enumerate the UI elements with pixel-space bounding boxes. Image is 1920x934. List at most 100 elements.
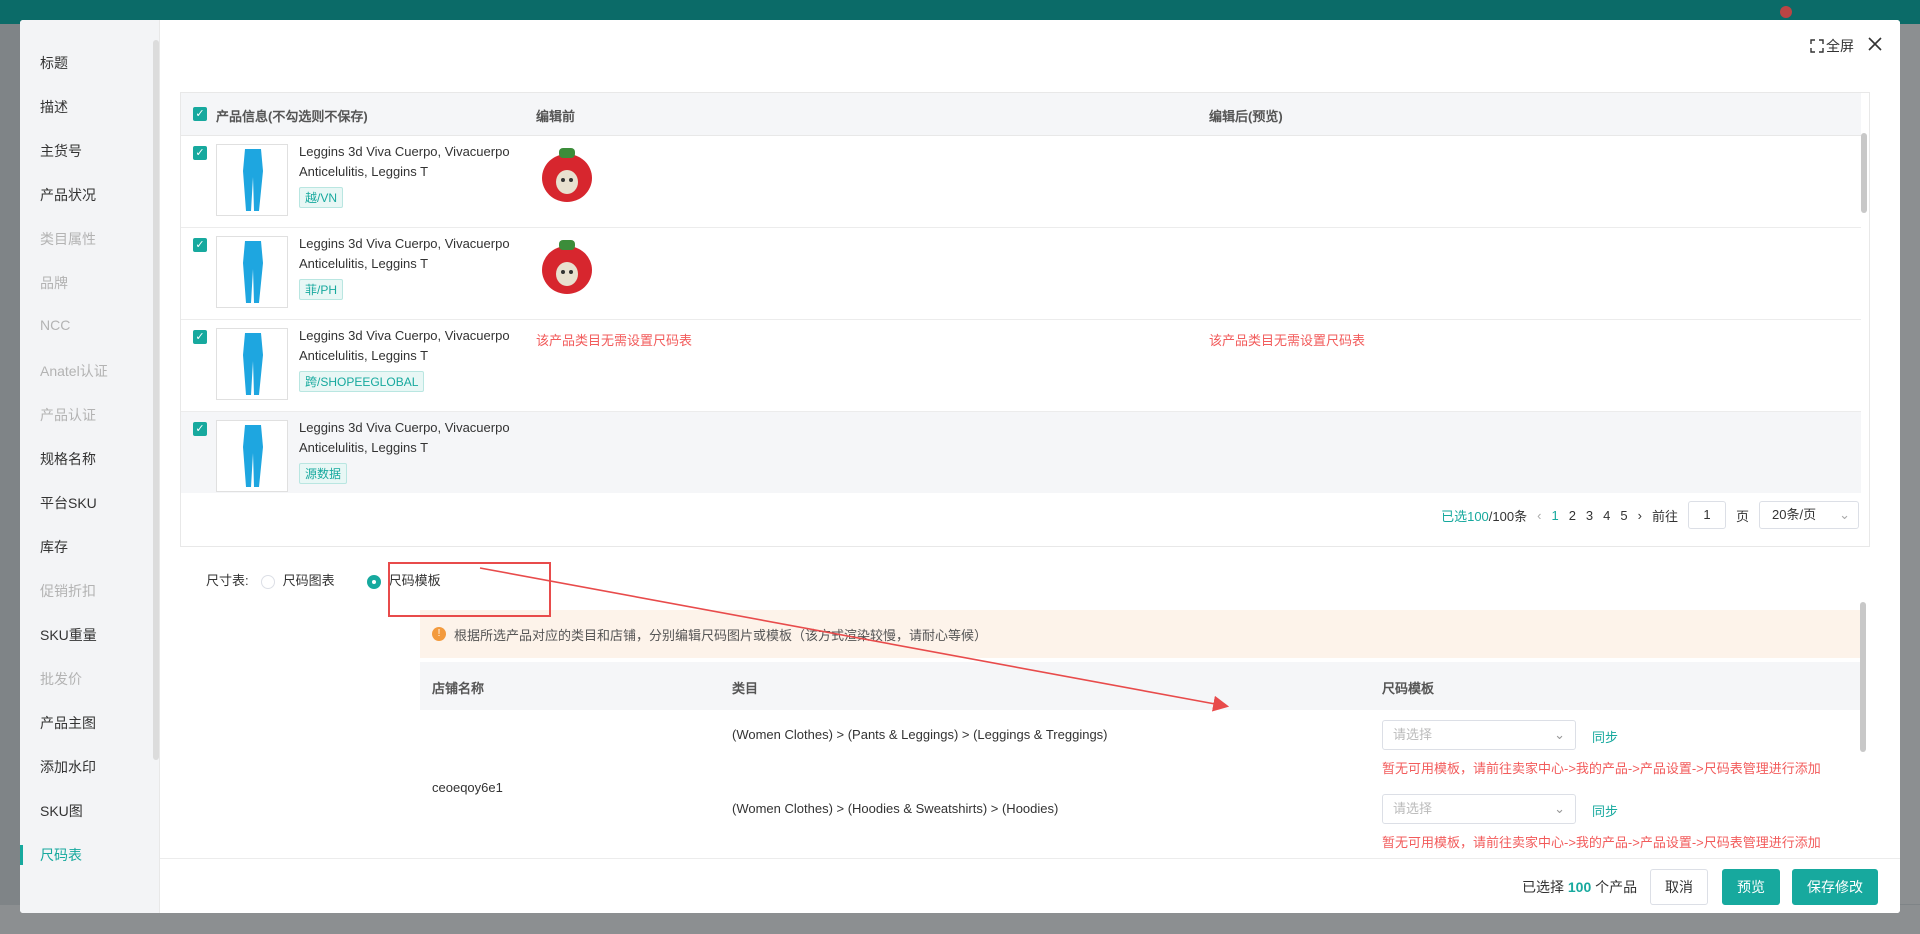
row-checkbox[interactable]: ✓ (193, 238, 207, 252)
sidebar-item-main-sku[interactable]: 主货号 (40, 141, 82, 161)
next-page-icon[interactable]: › (1638, 508, 1642, 523)
sidebar-item-category-attributes: 类目属性 (40, 231, 96, 247)
sync-link[interactable]: 同步 (1592, 801, 1618, 820)
prev-page-icon[interactable]: ‹ (1537, 508, 1541, 523)
column-header-template: 尺码模板 (1382, 681, 1435, 696)
fullscreen-button[interactable]: 全屏 (1810, 36, 1854, 56)
goto-page-input[interactable]: 1 (1687, 501, 1726, 529)
sidebar-item-sku-image[interactable]: SKU图 (40, 801, 83, 821)
size-template-table: 店铺名称 类目 尺码模板 ceoeqoy6e1 (Women Clothes) … (420, 662, 1862, 870)
fullscreen-label: 全屏 (1826, 37, 1854, 54)
product-table-scrollbar[interactable] (1861, 133, 1867, 213)
row-checkbox[interactable]: ✓ (193, 330, 207, 344)
product-table-body: ✓ 产品信息(不勾选则不保存) 编辑前 编辑后(预览) ✓ Leggins 3d… (181, 93, 1861, 493)
sidebar-item-wholesale: 批发价 (40, 671, 82, 687)
radio-size-image[interactable]: 尺码图表 (260, 570, 335, 589)
sidebar-scrollbar[interactable] (153, 40, 159, 760)
product-name: Leggins 3d Viva Cuerpo, Vivacuerpo Antic… (299, 144, 510, 179)
sidebar-item-variation-name[interactable]: 规格名称 (40, 449, 96, 469)
after-message: 该产品类目无需设置尺码表 (1209, 333, 1366, 348)
table-row: ✓ Leggins 3d Viva Cuerpo, Vivacuerpo Ant… (181, 228, 1861, 320)
size-chart-preview-image (542, 240, 592, 294)
sync-link[interactable]: 同步 (1592, 727, 1618, 746)
footer-selected-count: 已选择 100 个产品 (1522, 879, 1638, 895)
page-3[interactable]: 3 (1586, 508, 1593, 523)
site-tag: 越/VN (299, 187, 344, 208)
category-path: (Women Clothes) > (Pants & Leggings) > (… (732, 727, 1108, 742)
sidebar-item-sku-weight[interactable]: SKU重量 (40, 625, 97, 645)
close-icon[interactable] (1868, 34, 1882, 57)
section-scrollbar[interactable] (1860, 602, 1866, 752)
sidebar-item-main-image[interactable]: 产品主图 (40, 713, 96, 733)
sidebar-item-stock[interactable]: 库存 (40, 537, 68, 557)
row-checkbox[interactable]: ✓ (193, 422, 207, 436)
sidebar-item-watermark[interactable]: 添加水印 (40, 757, 96, 777)
page-5[interactable]: 5 (1620, 508, 1627, 523)
annotation-highlight-box (388, 562, 551, 617)
dialog-header-actions: 全屏 (1810, 34, 1882, 57)
field-sidebar: 标题 描述 主货号 产品状况 类目属性 品牌 NCC Anatel认证 产品认证… (20, 20, 160, 913)
product-table: ✓ 产品信息(不勾选则不保存) 编辑前 编辑后(预览) ✓ Leggins 3d… (180, 92, 1870, 547)
column-header-before: 编辑前 (536, 109, 576, 124)
size-template-table-header: 店铺名称 类目 尺码模板 (420, 662, 1862, 710)
sidebar-item-platform-sku[interactable]: 平台SKU (40, 493, 97, 513)
product-thumbnail (216, 144, 288, 216)
notice-text: 根据所选产品对应的类目和店铺，分别编辑尺码图片或模板（该方式渲染较慢，请耐心等候… (454, 627, 988, 643)
warning-icon: ! (432, 627, 446, 641)
radio-circle-selected (366, 574, 381, 589)
row-checkbox[interactable]: ✓ (193, 146, 207, 160)
site-tag: 菲/PH (299, 279, 344, 300)
chevron-down-icon: ⌄ (1839, 507, 1850, 522)
dialog-main: 全屏 ✓ 产品信息(不勾选则不保存) 编辑前 编辑后(预览) ✓ Leggins… (160, 20, 1900, 913)
cancel-button[interactable]: 取消 (1650, 869, 1708, 905)
product-thumbnail (216, 236, 288, 308)
template-select[interactable]: 请选择 ⌄ (1382, 794, 1576, 824)
size-chart-label: 尺寸表: (206, 573, 249, 588)
site-tag: 源数据 (299, 463, 348, 484)
page-2[interactable]: 2 (1569, 508, 1576, 523)
sidebar-item-description[interactable]: 描述 (40, 97, 68, 117)
table-row: ✓ Leggins 3d Viva Cuerpo, Vivacuerpo Ant… (181, 320, 1861, 412)
column-header-after: 编辑后(预览) (1209, 109, 1283, 124)
size-template-row: ceoeqoy6e1 (Women Clothes) > (Pants & Le… (420, 710, 1862, 870)
pagination: 已选100/100条 ‹ 1 2 3 4 5 › 前往 1 页 20条/页 ⌄ (1441, 501, 1859, 529)
product-name: Leggins 3d Viva Cuerpo, Vivacuerpo Antic… (299, 420, 510, 455)
product-thumbnail (216, 420, 288, 492)
template-warning: 暂无可用模板，请前往卖家中心->我的产品->产品设置->尺码表管理进行添加 (1382, 761, 1821, 776)
column-header-shop: 店铺名称 (432, 681, 485, 696)
column-header-category: 类目 (732, 681, 759, 696)
page-4[interactable]: 4 (1603, 508, 1610, 523)
template-select[interactable]: 请选择 ⌄ (1382, 720, 1576, 750)
product-name: Leggins 3d Viva Cuerpo, Vivacuerpo Antic… (299, 328, 510, 363)
template-warning: 暂无可用模板，请前往卖家中心->我的产品->产品设置->尺码表管理进行添加 (1382, 835, 1821, 850)
goto-label: 前往 (1651, 508, 1678, 524)
selected-count: 已选100/100条 (1441, 508, 1528, 524)
select-all-checkbox[interactable]: ✓ (193, 107, 207, 121)
product-thumbnail (216, 328, 288, 400)
product-table-header: ✓ 产品信息(不勾选则不保存) 编辑前 编辑后(预览) (181, 93, 1861, 136)
category-path: (Women Clothes) > (Hoodies & Sweatshirts… (732, 801, 1059, 816)
sidebar-item-title[interactable]: 标题 (40, 53, 68, 73)
page-unit-label: 页 (1735, 508, 1749, 524)
size-chart-preview-image (542, 148, 592, 202)
radio-circle (260, 574, 275, 589)
dialog-footer: 已选择 100 个产品 取消 预览 保存修改 (160, 858, 1900, 913)
sidebar-item-brand: 品牌 (40, 275, 68, 291)
sidebar-item-size-chart[interactable]: 尺码表 (40, 845, 82, 865)
site-tag: 跨/SHOPEEGLOBAL (299, 371, 425, 392)
sidebar-item-condition[interactable]: 产品状况 (40, 185, 96, 205)
page-size-select[interactable]: 20条/页 ⌄ (1759, 501, 1859, 529)
sidebar-item-certification: 产品认证 (40, 407, 96, 423)
chevron-down-icon: ⌄ (1554, 727, 1565, 742)
background-badge (1780, 6, 1792, 18)
info-notice: ! 根据所选产品对应的类目和店铺，分别编辑尺码图片或模板（该方式渲染较慢，请耐心… (420, 610, 1862, 658)
before-message: 该产品类目无需设置尺码表 (536, 333, 693, 348)
save-changes-button[interactable]: 保存修改 (1792, 869, 1878, 905)
sidebar-item-anatel: Anatel认证 (40, 363, 108, 379)
background-page (1900, 24, 1920, 904)
shop-name: ceoeqoy6e1 (432, 780, 503, 795)
preview-button[interactable]: 预览 (1722, 869, 1780, 905)
page-1[interactable]: 1 (1551, 508, 1558, 523)
sidebar-active-indicator (20, 845, 23, 865)
sidebar-item-discount: 促销折扣 (40, 583, 96, 599)
